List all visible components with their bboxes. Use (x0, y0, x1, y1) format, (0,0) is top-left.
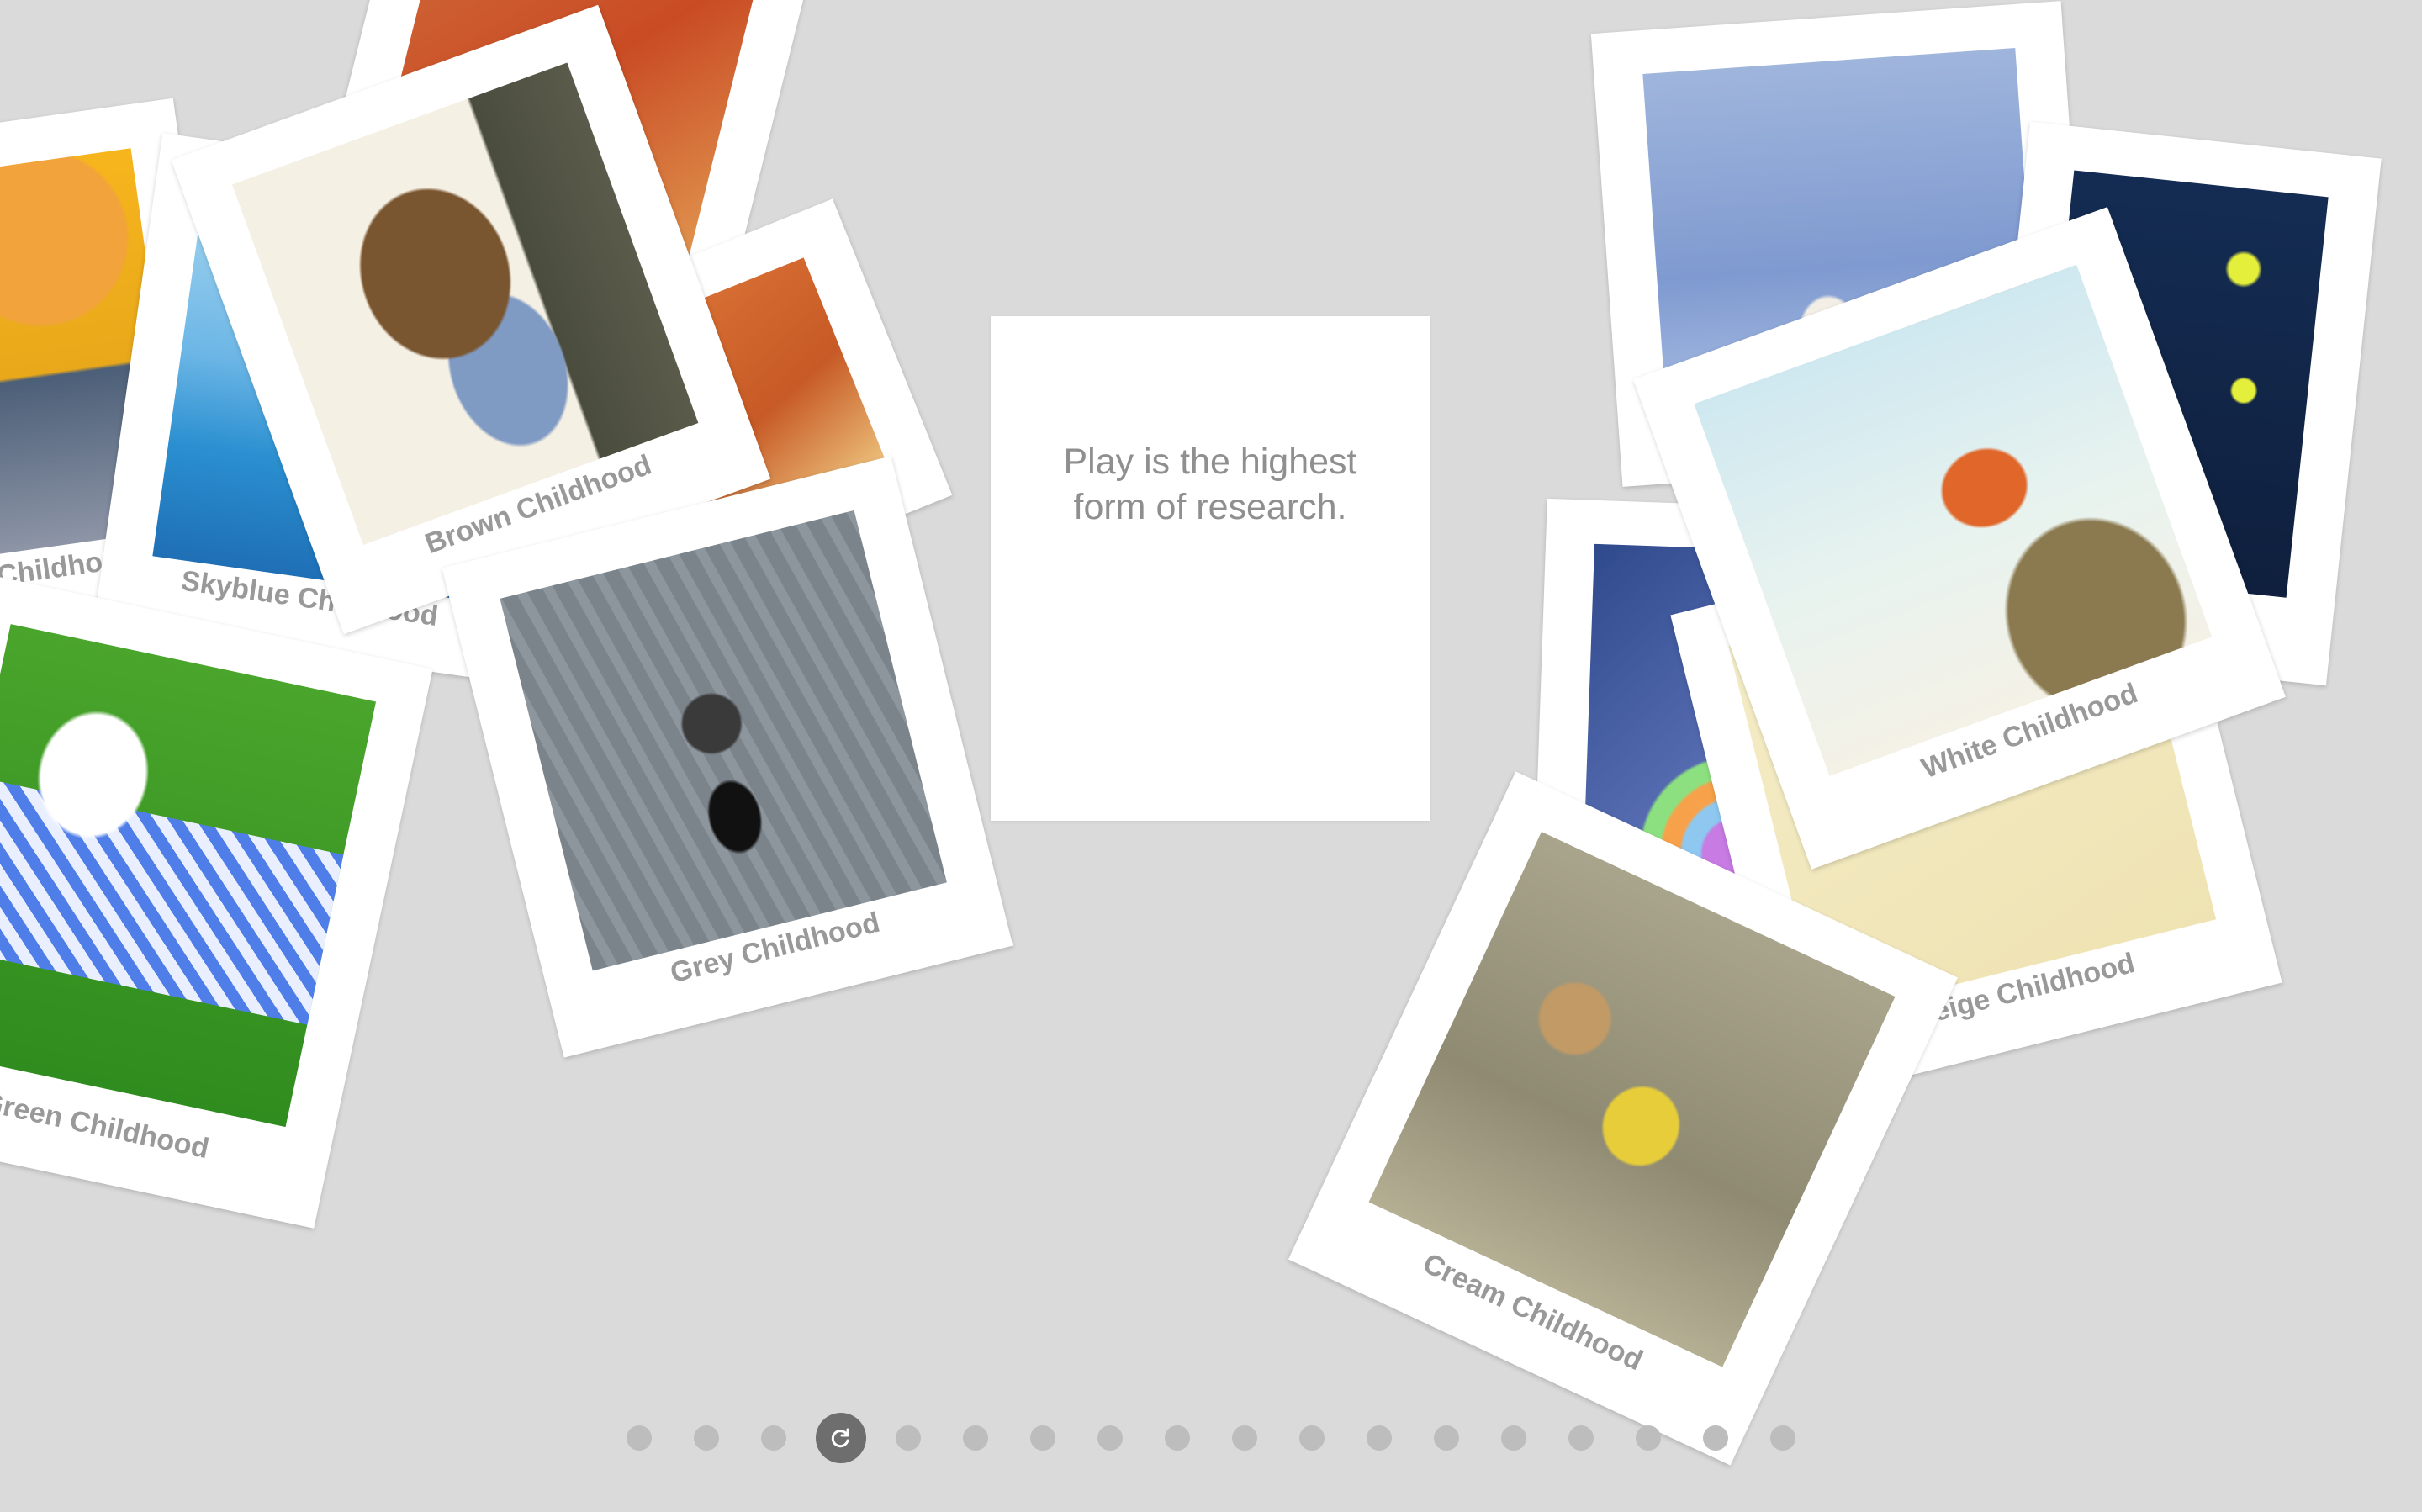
pager-dot[interactable] (1165, 1425, 1190, 1451)
pager-dot[interactable] (1232, 1425, 1257, 1451)
photo-grey-childhood[interactable]: Grey Childhood (442, 456, 1013, 1058)
pager-dot[interactable] (896, 1425, 921, 1451)
photo-image (500, 510, 947, 971)
pager-dot[interactable] (694, 1425, 719, 1451)
pagination (0, 1413, 2422, 1463)
pager-dot[interactable] (1568, 1425, 1594, 1451)
pager-dot[interactable] (761, 1425, 786, 1451)
pager-dot-active[interactable] (816, 1413, 866, 1463)
quote-text: Play is the highest form of research. (1063, 441, 1357, 527)
pager-dot[interactable] (1703, 1425, 1728, 1451)
pager-dot[interactable] (1434, 1425, 1459, 1451)
pager-dot[interactable] (1770, 1425, 1795, 1451)
pager-dot[interactable] (963, 1425, 988, 1451)
reload-icon (831, 1428, 849, 1448)
pager-dot[interactable] (1030, 1425, 1055, 1451)
photo-green-childhood[interactable]: Green Childhood (0, 571, 433, 1229)
photo-image (0, 624, 377, 1127)
pager-dot[interactable] (1367, 1425, 1392, 1451)
photo-stage: Yellow Childhood Skyblue Childhood Brown… (0, 0, 2422, 1512)
pager-dot[interactable] (627, 1425, 652, 1451)
pager-dot[interactable] (1097, 1425, 1123, 1451)
pager-dot[interactable] (1636, 1425, 1661, 1451)
pager-dot[interactable] (1501, 1425, 1526, 1451)
pager-dot[interactable] (1299, 1425, 1325, 1451)
quote-card: Play is the highest form of research. (991, 316, 1430, 821)
